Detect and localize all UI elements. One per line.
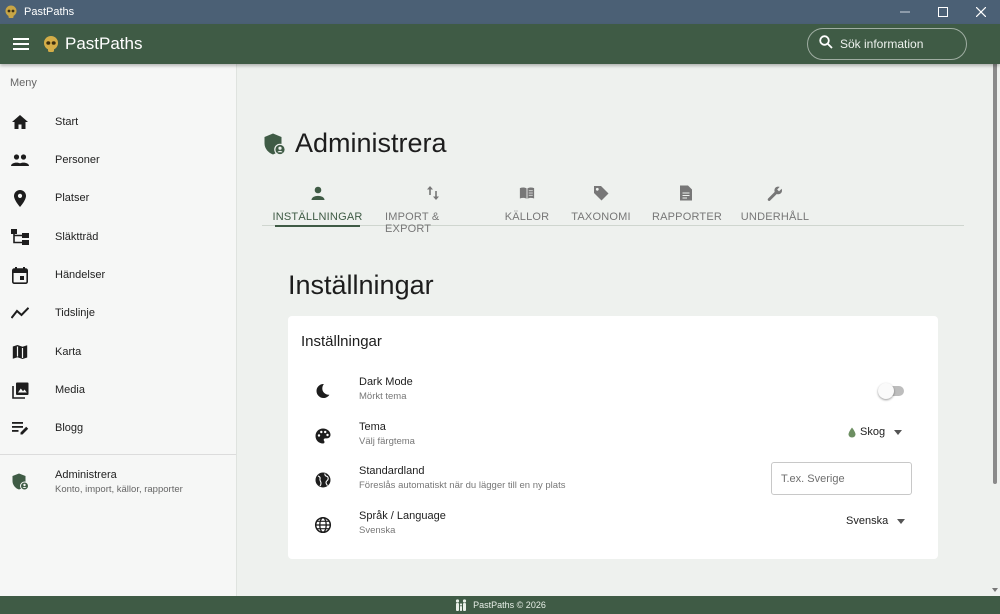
sidebar-item-karta[interactable]: Karta [0, 333, 236, 371]
person-icon [310, 185, 326, 201]
footer: PastPaths © 2026 [0, 596, 1000, 614]
footer-text: PastPaths © 2026 [473, 600, 546, 610]
tab-rapporter[interactable]: RAPPORTER [652, 182, 722, 226]
sidebar-item-blogg[interactable]: Blogg [0, 409, 236, 447]
search-placeholder: Sök information [840, 37, 924, 51]
sidebar-item-personer[interactable]: Personer [0, 141, 236, 179]
timeline-icon [10, 303, 30, 323]
photo-library-icon [10, 380, 30, 400]
standardland-input[interactable] [771, 462, 912, 495]
book-icon [519, 185, 535, 201]
vertical-scrollbar[interactable] [990, 24, 1000, 596]
moon-icon [314, 382, 332, 400]
page-title: Administrera [295, 128, 447, 158]
sidebar-item-start[interactable]: Start [0, 103, 236, 141]
document-icon [679, 185, 695, 201]
language-icon [314, 516, 332, 534]
palette-icon [314, 427, 332, 445]
window-titlebar: PastPaths [0, 0, 1000, 24]
setting-tema: Tema Välj färgtema Skog [288, 415, 938, 455]
settings-card: Inställningar Dark Mode Mörkt tema Tema … [288, 316, 938, 559]
scroll-down-icon[interactable] [992, 588, 998, 592]
setting-dark-mode: Dark Mode Mörkt tema [288, 370, 938, 410]
admin-shield-icon [263, 132, 287, 156]
sidebar-item-media[interactable]: Media [0, 371, 236, 409]
sidebar-item-platser[interactable]: Platser [0, 179, 236, 217]
close-window-button[interactable] [962, 0, 1000, 24]
hamburger-menu-icon[interactable] [11, 34, 31, 54]
app-skull-icon [4, 5, 18, 19]
tab-kallor[interactable]: KÄLLOR [505, 182, 549, 226]
home-icon [10, 112, 30, 132]
active-tab-indicator [275, 225, 360, 227]
tab-taxonomi[interactable]: TAXONOMI [571, 182, 631, 226]
search-icon [819, 34, 833, 54]
chevron-down-icon [897, 518, 906, 524]
family-tree-icon [10, 227, 30, 247]
setting-sprak: Språk / Language Svenska Svenska [288, 504, 938, 544]
dark-mode-toggle[interactable] [878, 383, 904, 399]
language-select[interactable]: Svenska [846, 515, 906, 527]
window-title: PastPaths [24, 6, 75, 18]
theme-select-value: Skog [860, 426, 886, 438]
sidebar: Meny Start Personer Platser Släktträd Hä… [0, 64, 237, 596]
import-export-icon [425, 185, 441, 201]
tab-underhall[interactable]: UNDERHÅLL [741, 182, 809, 226]
sidebar-item-slakttrad[interactable]: Släktträd [0, 218, 236, 256]
app-bar: PastPaths Sök information [0, 24, 1000, 64]
maximize-button[interactable] [924, 0, 962, 24]
people-icon [10, 150, 30, 170]
language-select-value: Svenska [846, 515, 889, 527]
minimize-button[interactable] [886, 0, 924, 24]
menu-label: Meny [10, 77, 37, 89]
location-pin-icon [10, 188, 30, 208]
tab-installningar[interactable]: INSTÄLLNINGAR [273, 182, 362, 227]
admin-subtitle: Konto, import, källor, rapporter [55, 484, 183, 495]
sidebar-divider [0, 454, 236, 455]
sidebar-item-tidslinje[interactable]: Tidslinje [0, 294, 236, 332]
calendar-event-icon [10, 265, 30, 285]
admin-shield-icon [10, 472, 30, 492]
section-title: Inställningar [288, 270, 434, 300]
app-logo-icon [42, 35, 60, 53]
admin-tabs: INSTÄLLNINGAR IMPORT & EXPORT KÄLLOR TAX… [262, 182, 964, 235]
sidebar-item-handelser[interactable]: Händelser [0, 256, 236, 294]
sidebar-item-administrera[interactable]: Administrera Konto, import, källor, rapp… [0, 462, 236, 502]
page-heading: Administrera [263, 128, 447, 159]
admin-title: Administrera [55, 469, 117, 481]
chevron-down-icon [894, 429, 903, 435]
edit-note-icon [10, 418, 30, 438]
leaf-drop-icon [848, 427, 856, 438]
family-people-icon [454, 599, 468, 611]
tag-icon [593, 185, 609, 201]
search-box[interactable]: Sök information [807, 28, 967, 60]
theme-select[interactable]: Skog [848, 426, 903, 438]
scrollbar-thumb[interactable] [993, 38, 997, 484]
map-icon [10, 342, 30, 362]
card-title: Inställningar [301, 333, 382, 350]
wrench-icon [767, 185, 783, 201]
globe-icon [314, 471, 332, 489]
app-title: PastPaths [65, 34, 143, 53]
tab-import-export[interactable]: IMPORT & EXPORT [385, 182, 480, 235]
